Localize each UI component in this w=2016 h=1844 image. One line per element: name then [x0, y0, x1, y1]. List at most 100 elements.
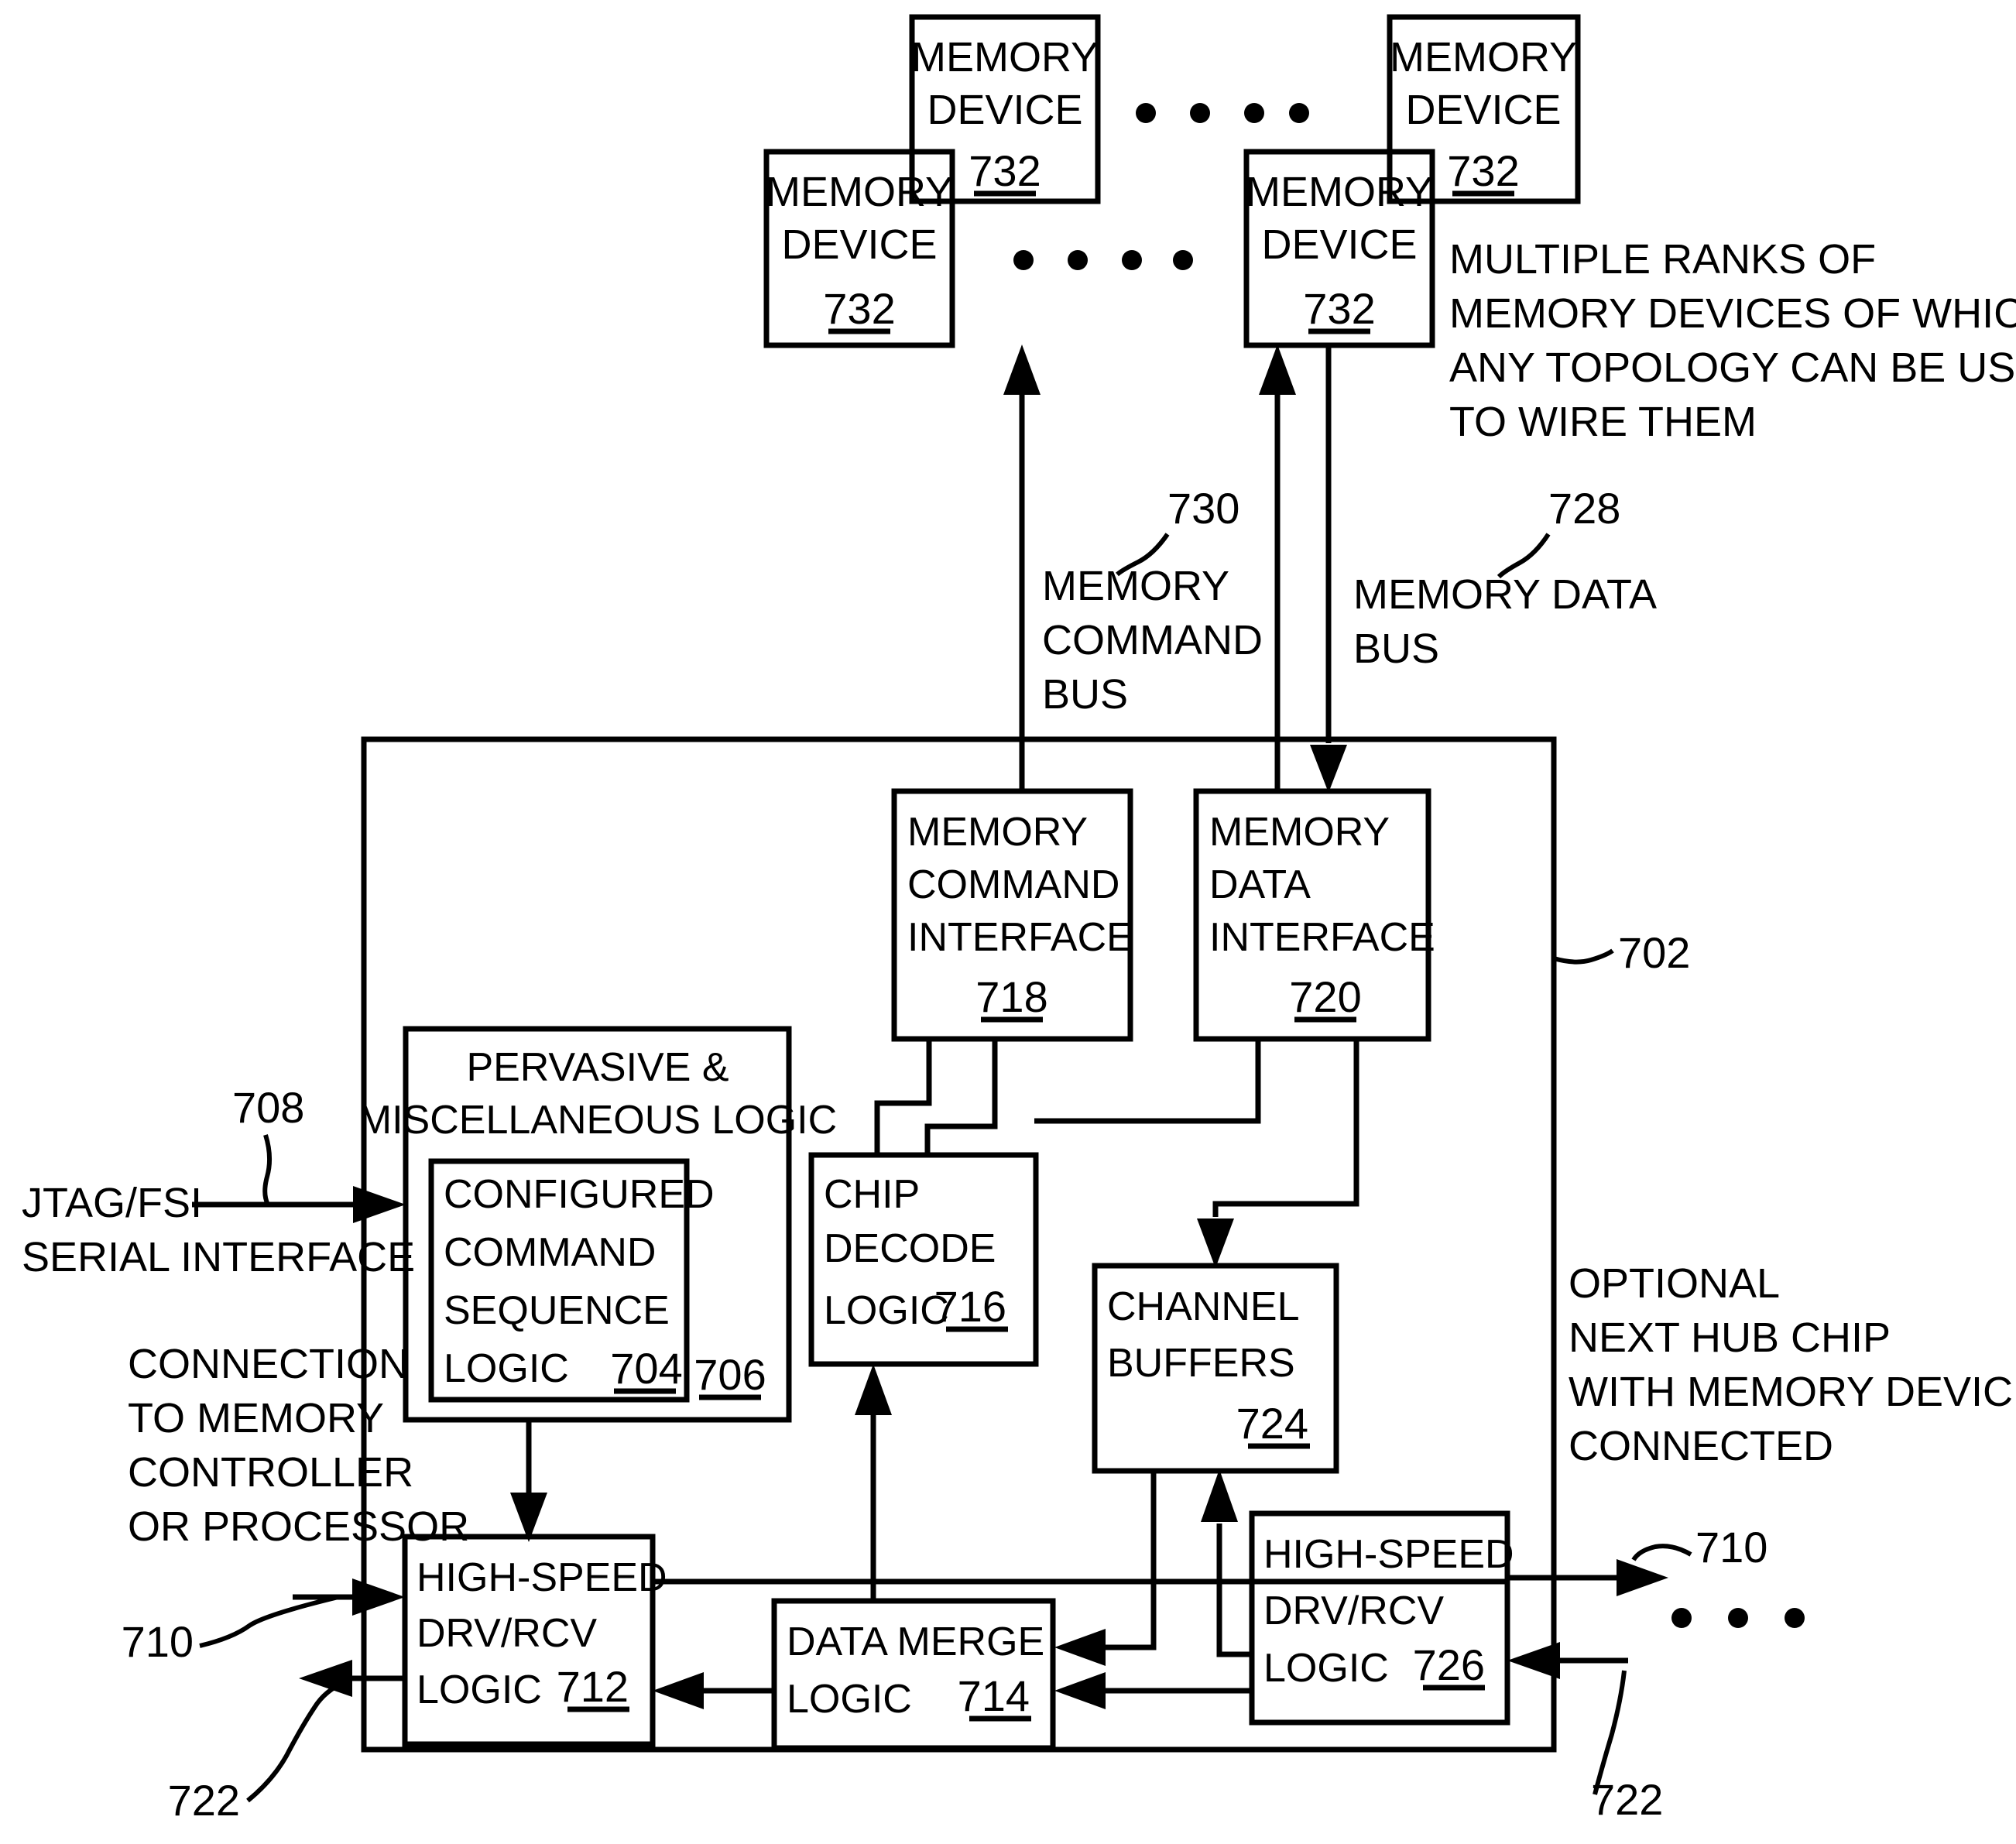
multiple-ranks-line4: TO WIRE THEM [1449, 399, 1757, 445]
hub-chip-ref: 702 [1618, 928, 1690, 977]
memory-device-label-line2: DEVICE [781, 221, 937, 268]
chip-decode-line1: CHIP [824, 1172, 920, 1217]
wire-data-if-to-chip-decode [1034, 1039, 1261, 1124]
optional-hub-line3: WITH MEMORY DEVICES [1569, 1369, 2016, 1415]
wire-in-to-hs-right [1507, 1642, 1628, 1679]
memory-data-interface-block: MEMORY DATA INTERFACE 720 [1193, 788, 1435, 1042]
ref-722-left: 722 [168, 1776, 240, 1825]
wire-out-from-hs-left [299, 1660, 405, 1697]
jtag-fsi-line1: JTAG/FSI [22, 1180, 202, 1226]
memory-command-bus-ref: 730 [1167, 484, 1239, 533]
mem-data-if-ref: 720 [1289, 972, 1361, 1021]
conn-mc-line1: CONNECTION [128, 1341, 409, 1387]
high-speed-drv-rcv-right-block: HIGH-SPEED DRV/RCV LOGIC 726 [1249, 1510, 1514, 1726]
hs-left-ref: 712 [557, 1662, 629, 1711]
memory-device-ref: 732 [823, 284, 895, 333]
diagram-svg: MEMORY DEVICE 732 MEMORY DEVICE 732 MEMO… [22, 14, 2016, 1825]
memory-device-label-line2: DEVICE [927, 87, 1082, 133]
channel-buffers-line2: BUFFERS [1107, 1341, 1295, 1386]
wire-data-merge-to-chip-decode [855, 1364, 892, 1601]
conn-mc-line3: CONTROLLER [128, 1449, 413, 1496]
ref-722-right: 722 [1591, 1775, 1663, 1824]
hs-right-ref: 726 [1413, 1640, 1485, 1689]
mem-data-if-line2: DATA [1209, 862, 1311, 907]
mem-data-if-line1: MEMORY [1209, 810, 1390, 855]
memory-device-bottom-left: MEMORY DEVICE 732 [763, 149, 955, 348]
memory-data-bus-arrow-up [1259, 344, 1296, 791]
high-speed-drv-rcv-left-block: HIGH-SPEED DRV/RCV LOGIC 712 [402, 1534, 667, 1747]
memory-command-interface-block: MEMORY COMMAND INTERFACE 718 [891, 788, 1133, 1042]
ref-710-right: 710 [1695, 1523, 1767, 1572]
wire-in-to-hs-left [293, 1578, 405, 1616]
ellipsis-dots-upper-row [1136, 103, 1309, 123]
cfg-cmd-ref: 704 [610, 1344, 682, 1393]
chip-decode-ref: 716 [934, 1282, 1006, 1331]
memory-data-bus-ref: 728 [1548, 484, 1620, 533]
multiple-ranks-annotation: MULTIPLE RANKS OF MEMORY DEVICES OF WHIC… [1449, 236, 2016, 445]
ref-722-right-callout: 722 [1591, 1670, 1663, 1824]
ref-722-left-callout: 722 [168, 1678, 351, 1825]
cfg-cmd-line3: SEQUENCE [444, 1288, 670, 1333]
ellipsis-dots-lower-row [1013, 250, 1193, 270]
memory-data-bus-line1: MEMORY DATA [1353, 571, 1657, 618]
data-merge-logic-block: DATA MERGE LOGIC 714 [771, 1598, 1056, 1751]
memory-command-bus-line3: BUS [1042, 671, 1128, 718]
ellipsis-dots-right [1671, 1608, 1805, 1628]
pervasive-line1: PERVASIVE & [466, 1045, 729, 1090]
memory-data-bus-line2: BUS [1353, 626, 1439, 672]
memory-device-label-line2: DEVICE [1261, 221, 1417, 268]
hs-left-line3: LOGIC [417, 1667, 542, 1712]
hs-right-line1: HIGH-SPEED [1263, 1532, 1514, 1577]
ref-710-left-callout: 710 [122, 1595, 339, 1666]
memory-device-ref: 732 [969, 146, 1041, 195]
multiple-ranks-line2: MEMORY DEVICES OF WHICH [1449, 290, 2016, 337]
pervasive-ref: 706 [694, 1350, 766, 1399]
jtag-fsi-annotation: JTAG/FSI SERIAL INTERFACE 708 [22, 1083, 415, 1280]
mem-cmd-if-line2: COMMAND [907, 862, 1119, 907]
memory-device-label-line2: DEVICE [1405, 87, 1561, 133]
hs-left-line1: HIGH-SPEED [417, 1555, 667, 1600]
memory-device-label-line1: MEMORY [1390, 34, 1577, 81]
connection-to-memory-controller-annotation: CONNECTION TO MEMORY CONTROLLER OR PROCE… [128, 1341, 469, 1550]
optional-hub-line2: NEXT HUB CHIP [1569, 1314, 1891, 1361]
memory-command-bus-line1: MEMORY [1042, 563, 1229, 609]
mem-data-if-line3: INTERFACE [1209, 915, 1435, 960]
cfg-cmd-line4: LOGIC [444, 1346, 569, 1391]
memory-data-bus-label: MEMORY DATA BUS 728 [1353, 484, 1657, 672]
mem-cmd-if-line3: INTERFACE [907, 915, 1133, 960]
ref-710-left: 710 [122, 1617, 194, 1666]
wire-out-from-hs-right [1507, 1559, 1668, 1596]
wire-data-merge-to-hs-left [653, 1672, 774, 1709]
memory-device-bottom-right: MEMORY DEVICE 732 [1243, 149, 1435, 348]
hs-left-line2: DRV/RCV [417, 1611, 597, 1656]
cfg-cmd-line2: COMMAND [444, 1230, 656, 1275]
memory-device-ref: 732 [1447, 146, 1519, 195]
chip-decode-logic-block: CHIP DECODE LOGIC 716 [808, 1152, 1039, 1367]
memory-data-bus-arrow-down [1310, 344, 1347, 793]
memory-command-bus-line2: COMMAND [1042, 617, 1263, 663]
jtag-fsi-ref: 708 [232, 1083, 304, 1132]
data-merge-line1: DATA MERGE [787, 1619, 1044, 1664]
memory-command-bus-label: MEMORY COMMAND BUS 730 [1042, 484, 1263, 718]
wire-data-if-to-channel-buffers [1197, 1039, 1359, 1268]
memory-device-label-line1: MEMORY [766, 169, 953, 215]
pervasive-line2: MISCELLANEOUS LOGIC [358, 1098, 837, 1143]
chip-decode-line3: LOGIC [824, 1288, 949, 1333]
channel-buffers-ref: 724 [1236, 1399, 1308, 1448]
ref-710-right-callout: 710 [1631, 1523, 1767, 1572]
configured-command-sequence-logic-block: CONFIGURED COMMAND SEQUENCE LOGIC 704 [428, 1158, 715, 1403]
hs-right-line3: LOGIC [1263, 1646, 1389, 1691]
memory-device-ref: 732 [1303, 284, 1375, 333]
jtag-fsi-line2: SERIAL INTERFACE [22, 1234, 415, 1280]
multiple-ranks-line1: MULTIPLE RANKS OF [1449, 236, 1876, 283]
mem-cmd-if-line1: MEMORY [907, 810, 1088, 855]
wire-hs-right-to-data-merge [1054, 1672, 1252, 1709]
chip-decode-line2: DECODE [824, 1226, 996, 1271]
memory-command-bus-arrow [1003, 344, 1041, 791]
optional-hub-line1: OPTIONAL [1569, 1260, 1780, 1307]
wire-cmd-if-to-chip-decode [874, 1039, 998, 1155]
channel-buffers-block: CHANNEL BUFFERS 724 [1092, 1263, 1339, 1474]
hs-right-line2: DRV/RCV [1263, 1589, 1444, 1633]
multiple-ranks-line3: ANY TOPOLOGY CAN BE USED [1449, 344, 2016, 391]
conn-mc-line2: TO MEMORY [128, 1395, 384, 1441]
